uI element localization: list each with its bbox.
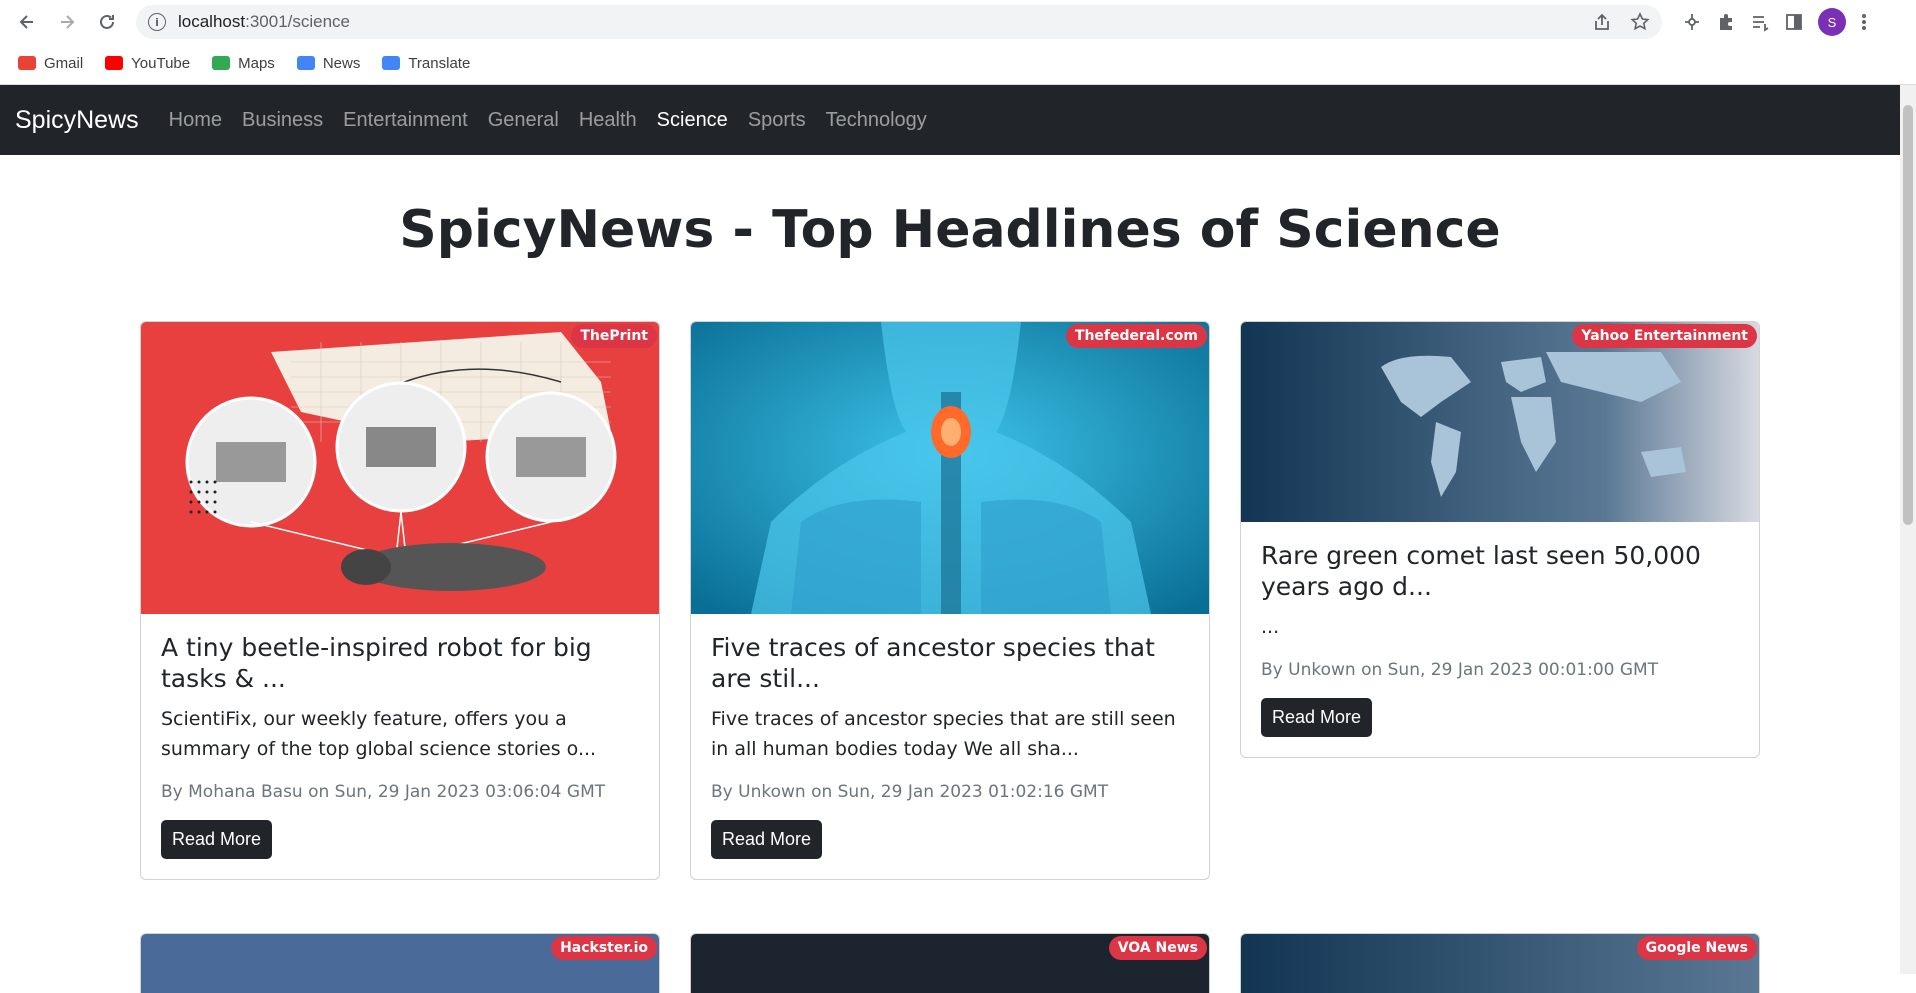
human-anatomy-image: Thefederal.com xyxy=(691,322,1209,614)
card-description: ScientiFix, our weekly feature, offers y… xyxy=(161,708,597,760)
news-card: ThePrint A tiny beetle-inspired robot fo… xyxy=(140,321,660,880)
source-badge: ThePrint xyxy=(571,324,657,348)
card-image: Google News xyxy=(1241,934,1759,993)
nav-link-entertainment[interactable]: Entertainment xyxy=(343,109,468,132)
news-icon xyxy=(296,56,315,70)
source-badge: Yahoo Entertainment xyxy=(1572,324,1757,348)
nav-link-sports[interactable]: Sports xyxy=(748,109,806,132)
read-more-button[interactable]: Read More xyxy=(1261,698,1373,737)
forward-icon[interactable] xyxy=(50,5,84,39)
card-image: Hackster.io xyxy=(141,934,659,993)
nav-link-technology[interactable]: Technology xyxy=(826,109,927,132)
source-badge: Thefederal.com xyxy=(1065,324,1207,348)
nav-link-science[interactable]: Science xyxy=(657,109,728,132)
source-badge: Hackster.io xyxy=(551,936,657,960)
url-text[interactable]: localhost:3001/science xyxy=(178,12,1592,32)
card-description: ... xyxy=(1261,616,1280,638)
source-badge: VOA News xyxy=(1108,936,1207,960)
world-map-image: Yahoo Entertainment xyxy=(1241,322,1759,522)
news-card: VOA News xyxy=(690,933,1210,993)
gmail-icon xyxy=(18,56,36,70)
card-image: VOA News xyxy=(691,934,1209,993)
site-info-icon[interactable]: i xyxy=(148,13,166,31)
scrollbar-thumb[interactable] xyxy=(1903,105,1913,525)
news-card: Yahoo Entertainment Rare green comet las… xyxy=(1240,321,1760,758)
back-icon[interactable] xyxy=(10,5,44,39)
nav-link-business[interactable]: Business xyxy=(242,109,323,132)
beetle-robot-image: ThePrint xyxy=(141,322,659,614)
source-badge: Google News xyxy=(1636,936,1757,960)
card-meta: By Unkown on Sun, 29 Jan 2023 00:01:00 G… xyxy=(1261,660,1659,680)
card-meta: By Unkown on Sun, 29 Jan 2023 01:02:16 G… xyxy=(711,782,1109,802)
brand-logo[interactable]: SpicyNews xyxy=(15,106,139,135)
extensions-puzzle-icon[interactable] xyxy=(1716,12,1736,32)
menu-dots-icon[interactable] xyxy=(1860,12,1868,32)
bookmarks-bar: Gmail YouTube Maps News Translate xyxy=(0,44,1916,82)
bookmark-news[interactable]: News xyxy=(296,55,360,72)
share-icon[interactable] xyxy=(1592,12,1612,32)
card-title: Five traces of ancestor species that are… xyxy=(711,633,1155,693)
site-navbar: SpicyNews Home Business Entertainment Ge… xyxy=(0,85,1900,155)
card-description: Five traces of ancestor species that are… xyxy=(711,708,1176,760)
address-bar[interactable]: i localhost:3001/science xyxy=(136,5,1662,39)
bookmark-youtube[interactable]: YouTube xyxy=(105,55,190,72)
reload-icon[interactable] xyxy=(90,5,124,39)
side-panel-icon[interactable] xyxy=(1784,12,1804,32)
youtube-icon xyxy=(105,56,124,70)
news-card: Google News xyxy=(1240,933,1760,993)
bookmark-gmail[interactable]: Gmail xyxy=(18,55,83,72)
page-scrollbar[interactable] xyxy=(1900,85,1916,974)
nav-link-general[interactable]: General xyxy=(488,109,559,132)
read-more-button[interactable]: Read More xyxy=(711,820,823,859)
page-title: SpicyNews - Top Headlines of Science xyxy=(399,200,1501,260)
extension-devtools-icon[interactable] xyxy=(1682,12,1702,32)
read-more-button[interactable]: Read More xyxy=(161,820,273,859)
news-card: Thefederal.com Five traces of ancestor s… xyxy=(690,321,1210,880)
nav-links: Home Business Entertainment General Heal… xyxy=(169,109,927,132)
nav-link-home[interactable]: Home xyxy=(169,109,222,132)
card-title: A tiny beetle-inspired robot for big tas… xyxy=(161,633,592,693)
translate-icon xyxy=(382,56,401,70)
nav-link-health[interactable]: Health xyxy=(579,109,637,132)
maps-icon xyxy=(212,56,231,70)
bookmark-translate[interactable]: Translate xyxy=(382,55,470,72)
card-title: Rare green comet last seen 50,000 years … xyxy=(1261,541,1701,601)
browser-chrome: i localhost:3001/science S Gmail YouTube… xyxy=(0,0,1916,85)
bookmark-star-icon[interactable] xyxy=(1630,12,1650,32)
bookmark-maps[interactable]: Maps xyxy=(212,55,275,72)
reading-list-icon[interactable] xyxy=(1750,12,1770,32)
profile-avatar[interactable]: S xyxy=(1818,8,1846,36)
card-meta: By Mohana Basu on Sun, 29 Jan 2023 03:06… xyxy=(161,782,606,802)
news-card: Hackster.io xyxy=(140,933,660,993)
